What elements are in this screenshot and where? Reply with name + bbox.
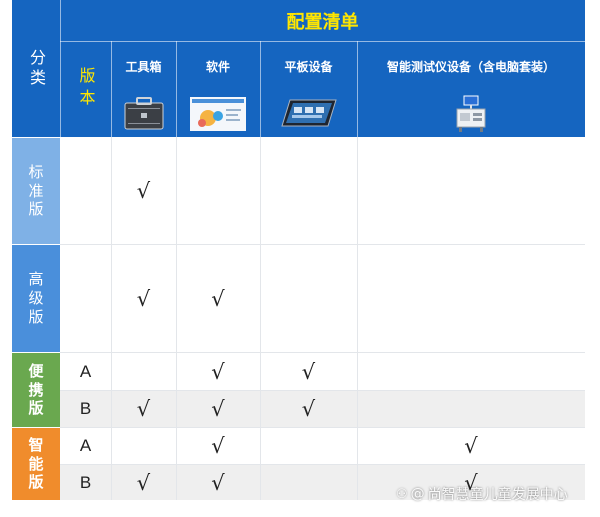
column-header-tablet-label: 平板设备 xyxy=(284,59,333,74)
watermark: ⚇ @ 尚智慧童儿童发展中心 xyxy=(396,486,568,503)
version-label-portable-b: B xyxy=(79,399,92,418)
version-header-label: 版本 xyxy=(76,67,96,111)
check-portable-b-toolbox: √ xyxy=(136,397,151,421)
category-portable: 便 携 版 xyxy=(12,353,60,427)
column-header-tablet: 平板设备 xyxy=(260,41,357,91)
check-smart-b-toolbox: √ xyxy=(136,470,151,495)
column-header-instrument-label: 智能测试仪设备（含电脑套装） xyxy=(386,59,555,74)
version-label-smart-b: B xyxy=(79,472,92,492)
toolbox-icon xyxy=(111,91,176,137)
check-standard-toolbox: √ xyxy=(136,179,151,203)
check-advanced-software: √ xyxy=(211,286,225,311)
check-portable-a-tablet: √ xyxy=(301,359,316,384)
column-header-toolbox-label: 工具箱 xyxy=(125,59,162,74)
category-smart: 智 能 版 xyxy=(12,428,60,500)
version-label-portable-a: A xyxy=(79,361,92,381)
version-header: 版本 xyxy=(60,41,111,137)
check-smart-a-instrument: √ xyxy=(464,434,478,458)
column-header-software-label: 软件 xyxy=(205,59,230,74)
version-label-smart-a: A xyxy=(79,436,92,455)
watermark-text: 尚智慧童儿童发展中心 xyxy=(427,487,568,503)
tablet-icon xyxy=(260,91,357,137)
check-smart-a-software: √ xyxy=(211,434,225,458)
check-portable-b-tablet: √ xyxy=(301,397,316,421)
check-smart-b-software: √ xyxy=(211,470,225,495)
category-header: 分类 xyxy=(12,0,60,137)
column-header-software: 软件 xyxy=(176,41,260,91)
software-screen-icon xyxy=(176,91,260,137)
check-advanced-toolbox: √ xyxy=(136,286,151,311)
category-standard: 标 准 版 xyxy=(12,138,60,244)
watermark-logo-icon: ⚇ xyxy=(396,486,408,502)
check-portable-a-software: √ xyxy=(211,359,225,384)
category-advanced: 高 级 版 xyxy=(12,245,60,352)
column-header-instrument: 智能测试仪设备（含电脑套装） xyxy=(357,41,585,91)
check-portable-b-software: √ xyxy=(211,397,225,421)
config-title-text: 配置清单 xyxy=(286,11,359,33)
category-header-label: 分类 xyxy=(27,48,46,89)
column-header-toolbox: 工具箱 xyxy=(111,41,176,91)
config-title: 配置清单 xyxy=(60,0,585,41)
test-instrument-icon xyxy=(357,91,585,137)
